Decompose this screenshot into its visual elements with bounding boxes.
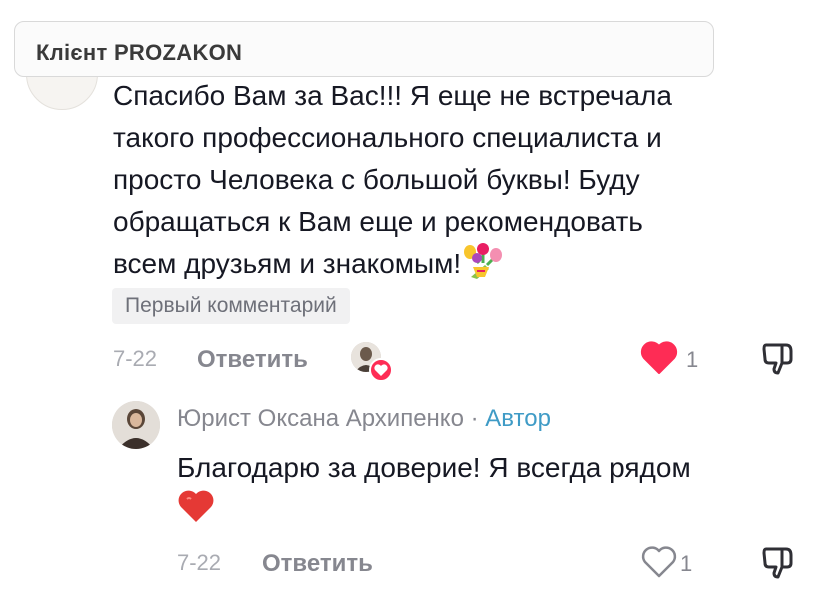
dislike-icon xyxy=(762,547,793,579)
dislike-button[interactable] xyxy=(758,339,798,379)
client-label: Клієнт PROZAKON xyxy=(14,21,714,77)
first-comment-badge: Первый комментарий xyxy=(112,288,350,324)
reply-dislike-button[interactable] xyxy=(758,543,798,583)
red-heart-emoji-icon xyxy=(177,489,215,525)
flowers-emoji-icon xyxy=(463,243,503,281)
comment-date: 7-22 xyxy=(113,346,158,371)
comment-line: Спасибо Вам за Вас!!! Я еще не встречала xyxy=(113,80,672,111)
reply-author-line: Юрист Оксана Архипенко · Автор xyxy=(177,405,551,433)
like-button[interactable] xyxy=(640,341,678,375)
reply-author-avatar[interactable] xyxy=(112,401,160,449)
author-tag: Автор xyxy=(485,405,551,432)
reply-reply-button[interactable]: Ответить xyxy=(262,550,373,578)
separator: · xyxy=(470,405,479,432)
heart-outline-icon xyxy=(641,546,677,578)
comment-line: просто Человека с большой буквы! Буду xyxy=(113,164,640,195)
dislike-icon xyxy=(762,343,793,375)
reply-line: Благодарю за доверие! Я всегда рядом xyxy=(177,452,691,483)
reply-date: 7-22 xyxy=(177,550,222,575)
liker-heart-badge-icon xyxy=(369,358,393,382)
like-count: 1 xyxy=(686,347,699,372)
reply-like-button[interactable] xyxy=(640,545,678,579)
comment-text: Спасибо Вам за Вас!!! Я еще не встречала… xyxy=(113,75,803,285)
reply-line-emoji xyxy=(177,489,807,531)
comment-line-last: всем друзьям и знакомым! xyxy=(113,243,803,285)
comment-line: всем друзьям и знакомым! xyxy=(113,248,462,279)
reply-button[interactable]: Ответить xyxy=(197,346,308,374)
reply-text: Благодарю за доверие! Я всегда рядом xyxy=(177,447,807,531)
heart-filled-icon xyxy=(640,341,678,374)
reply-like-count: 1 xyxy=(680,551,693,576)
reply-author-name[interactable]: Юрист Оксана Архипенко xyxy=(177,405,464,432)
comment-line: обращаться к Вам еще и рекомендовать xyxy=(113,206,643,237)
comment-line: такого профессионального специалиста и xyxy=(113,122,662,153)
